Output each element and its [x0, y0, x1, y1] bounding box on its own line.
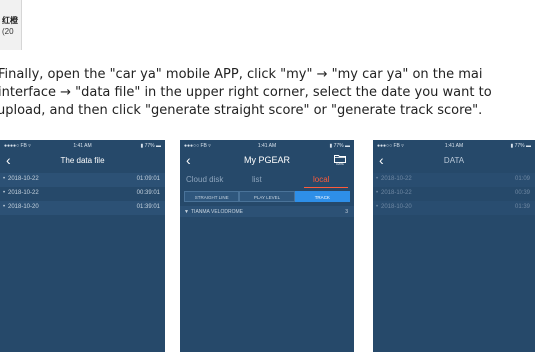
cropped-thumbnail: 红橙 (20 [0, 0, 22, 50]
battery-indicator: ▮ 77% ▬ [329, 143, 350, 149]
status-time: 1:41 AM [257, 143, 277, 149]
nav-bar: ‹ The data file [0, 151, 165, 171]
segment-straight-line[interactable]: STRAIGHT LINE [184, 191, 240, 202]
instruction-line-2: interface → "data file" in the upper rig… [0, 85, 492, 100]
screen-title: My PGEAR [243, 155, 290, 165]
tab-local[interactable]: local [313, 175, 329, 184]
thumbnail-text-1: 红橙 [2, 16, 18, 25]
bullet-icon: • [3, 176, 6, 182]
screen-title: DATA [443, 156, 465, 165]
instruction-line-3: upload, and then click "generate straigh… [0, 103, 483, 118]
data-file-list: • 2018-10-22 01:09:01 • 2018-10-22 00:39… [0, 173, 165, 215]
bullet-icon: • [376, 176, 379, 182]
nav-bar: ‹ DATA [373, 151, 535, 171]
file-date: 2018-10-22 [381, 176, 412, 182]
bullet-icon: • [3, 190, 6, 196]
mode-segmented-control: STRAIGHT LINE PLAY LEVEL TRACK [184, 191, 350, 202]
phone-screen-my-pgear: ●●●○○ FB ▿ 1:41 AM ▮ 77% ▬ ‹ My PGEAR DA… [180, 140, 354, 352]
file-date: 2018-10-22 [381, 190, 412, 196]
file-date: 2018-10-22 [8, 190, 39, 196]
thumbnail-text-2: (20 [2, 27, 14, 36]
status-bar: ●●●○○ FB ▿ 1:41 AM ▮ 77% ▬ [180, 140, 354, 151]
data-list: • 2018-10-22 01:09 • 2018-10-22 00:39 • … [373, 173, 535, 215]
cropped-previous-screenshot: 红橙 (20 [0, 0, 535, 50]
list-item[interactable]: • 2018-10-22 01:09:01 [0, 173, 165, 187]
segment-play-level[interactable]: PLAY LEVEL [239, 191, 295, 202]
bullet-icon: • [376, 190, 379, 196]
active-tab-indicator [304, 187, 348, 188]
file-date: 2018-10-20 [381, 204, 412, 210]
file-duration: 01:39 [514, 204, 530, 210]
tab-cloud-disk[interactable]: Cloud disk [186, 175, 223, 184]
track-name: TIANMA VELODROME [191, 209, 243, 215]
bullet-icon: • [3, 204, 6, 210]
phone-screen-data: ●●●○○ FB ▿ 1:41 AM ▮ 77% ▬ ‹ DATA • 2018… [373, 140, 535, 352]
data-folder-button[interactable]: DATA [334, 154, 346, 168]
track-count: 3 [345, 209, 348, 215]
source-tabs: Cloud disk list local [180, 173, 354, 188]
instruction-paragraph: Finally, open the "car ya" mobile APP, c… [0, 66, 535, 120]
list-item[interactable]: • 2018-10-22 01:09 [373, 173, 535, 187]
battery-indicator: ▮ 77% ▬ [140, 143, 161, 149]
list-item[interactable]: • 2018-10-20 01:39 [373, 201, 535, 215]
status-bar: ●●●●○ FB ▿ 1:41 AM ▮ 77% ▬ [0, 140, 165, 151]
file-duration: 01:09:01 [136, 176, 160, 182]
list-item[interactable]: • 2018-10-22 00:39:01 [0, 187, 165, 201]
expand-triangle-icon: ▼ [184, 209, 189, 215]
file-duration: 01:39:01 [136, 204, 160, 210]
file-date: 2018-10-20 [8, 204, 39, 210]
track-list-item[interactable]: ▼ TIANMA VELODROME 3 [180, 206, 354, 217]
bullet-icon: • [376, 204, 379, 210]
battery-indicator: ▮ 77% ▬ [510, 143, 531, 149]
screen-title: The data file [60, 156, 105, 165]
tab-list[interactable]: list [252, 175, 262, 184]
segment-track[interactable]: TRACK [294, 191, 350, 202]
file-date: 2018-10-22 [8, 176, 39, 182]
file-duration: 00:39:01 [136, 190, 160, 196]
nav-bar: ‹ My PGEAR DATA [180, 151, 354, 171]
file-duration: 00:39 [514, 190, 530, 196]
status-bar: ●●●○○ FB ▿ 1:41 AM ▮ 77% ▬ [373, 140, 535, 151]
list-item[interactable]: • 2018-10-20 01:39:01 [0, 201, 165, 215]
data-folder-label: DATA [336, 162, 344, 166]
file-duration: 01:09 [514, 176, 530, 182]
list-item[interactable]: • 2018-10-22 00:39 [373, 187, 535, 201]
instruction-line-1: Finally, open the "car ya" mobile APP, c… [0, 67, 483, 82]
phone-screen-data-file: ●●●●○ FB ▿ 1:41 AM ▮ 77% ▬ ‹ The data fi… [0, 140, 165, 352]
